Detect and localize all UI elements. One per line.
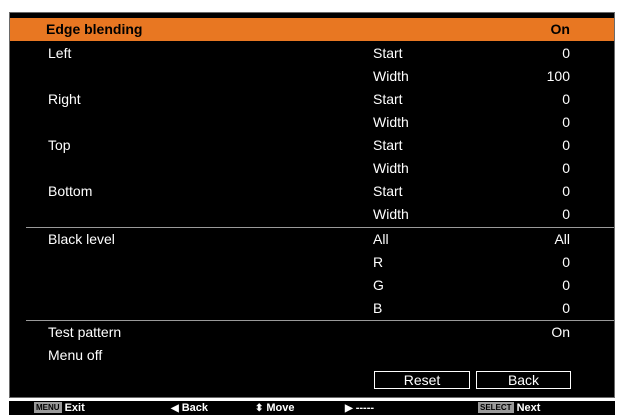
menu-item-bottom-width[interactable]: Width 0: [10, 203, 614, 226]
menu-item-value: 0: [562, 254, 570, 270]
menu-item-sublabel: Width: [373, 206, 409, 222]
menu-item-sublabel: Start: [373, 137, 403, 153]
menu-item-top-width[interactable]: Width 0: [10, 157, 614, 180]
up-down-arrow-icon: ⬍: [255, 403, 264, 414]
menu-item-label: Test pattern: [48, 324, 122, 340]
menu-item-value: 0: [562, 183, 570, 199]
exit-label: Exit: [64, 402, 85, 414]
footer-next-blank: ▶ -----: [345, 401, 374, 416]
menu-item-right-start[interactable]: Right Start 0: [10, 88, 614, 111]
menu-item-left-width[interactable]: Width 100: [10, 65, 614, 88]
menu-item-value: All: [554, 231, 570, 247]
key-guide-bar: MENU Exit ◀ Back ⬍ Move ▶ ----- SELECT Next: [9, 401, 615, 415]
menu-item-label: Edge blending: [46, 21, 143, 37]
menu-item-label: Menu off: [48, 347, 103, 363]
next-blank-label: -----: [355, 402, 375, 414]
menu-item-sublabel: Start: [373, 45, 403, 61]
menu-item-label: Bottom: [48, 183, 93, 199]
menu-item-value: 0: [562, 160, 570, 176]
menu-item-label: Left: [48, 45, 72, 61]
menu-item-sublabel: R: [373, 254, 384, 270]
menu-item-test-pattern[interactable]: Test pattern On: [10, 321, 614, 344]
menu-item-value: 0: [562, 114, 570, 130]
menu-item-top-start[interactable]: Top Start 0: [10, 134, 614, 157]
menu-item-value: 0: [562, 277, 570, 293]
footer-move: ⬍ Move: [255, 401, 295, 416]
footer-exit: MENU Exit: [34, 401, 85, 415]
back-button[interactable]: Back: [476, 371, 571, 389]
reset-button[interactable]: Reset: [374, 371, 470, 389]
edge-blending-menu-panel: Edge blending On Left Start 0 Width 100 …: [9, 12, 615, 398]
move-label: Move: [266, 402, 295, 414]
menu-item-sublabel: All: [373, 231, 389, 247]
menu-item-black-level-b[interactable]: B 0: [10, 297, 614, 320]
footer-next: SELECT Next: [478, 401, 540, 415]
menu-item-sublabel: Start: [373, 91, 403, 107]
menu-item-value: 100: [546, 68, 570, 84]
left-arrow-icon: ◀: [171, 403, 179, 414]
menu-item-menu-off[interactable]: Menu off: [10, 344, 614, 367]
menu-item-value: On: [551, 324, 570, 340]
menu-item-value: On: [550, 21, 570, 37]
back-label: Back: [181, 402, 208, 414]
menu-item-black-level-g[interactable]: G 0: [10, 274, 614, 297]
menu-item-left-start[interactable]: Left Start 0: [10, 42, 614, 65]
select-key-icon: SELECT: [478, 402, 514, 413]
menu-item-sublabel: Width: [373, 160, 409, 176]
menu-item-black-level-r[interactable]: R 0: [10, 251, 614, 274]
menu-item-sublabel: Start: [373, 183, 403, 199]
menu-item-right-width[interactable]: Width 0: [10, 111, 614, 134]
menu-item-label: Black level: [48, 231, 115, 247]
menu-item-value: 0: [562, 91, 570, 107]
footer-back: ◀ Back: [171, 401, 208, 416]
next-label: Next: [516, 402, 541, 414]
menu-item-sublabel: Width: [373, 114, 409, 130]
menu-item-black-level-all[interactable]: Black level All All: [10, 228, 614, 251]
menu-key-icon: MENU: [34, 402, 62, 413]
menu-item-sublabel: Width: [373, 68, 409, 84]
menu-item-sublabel: G: [373, 277, 384, 293]
menu-item-value: 0: [562, 300, 570, 316]
menu-item-value: 0: [562, 206, 570, 222]
menu-item-value: 0: [562, 137, 570, 153]
menu-item-sublabel: B: [373, 300, 383, 316]
menu-item-bottom-start[interactable]: Bottom Start 0: [10, 180, 614, 203]
menu-item-value: 0: [562, 45, 570, 61]
menu-item-label: Right: [48, 91, 81, 107]
right-arrow-icon: ▶: [345, 403, 353, 414]
menu-item-label: Top: [48, 137, 71, 153]
menu-item-edge-blending[interactable]: Edge blending On: [10, 18, 614, 41]
